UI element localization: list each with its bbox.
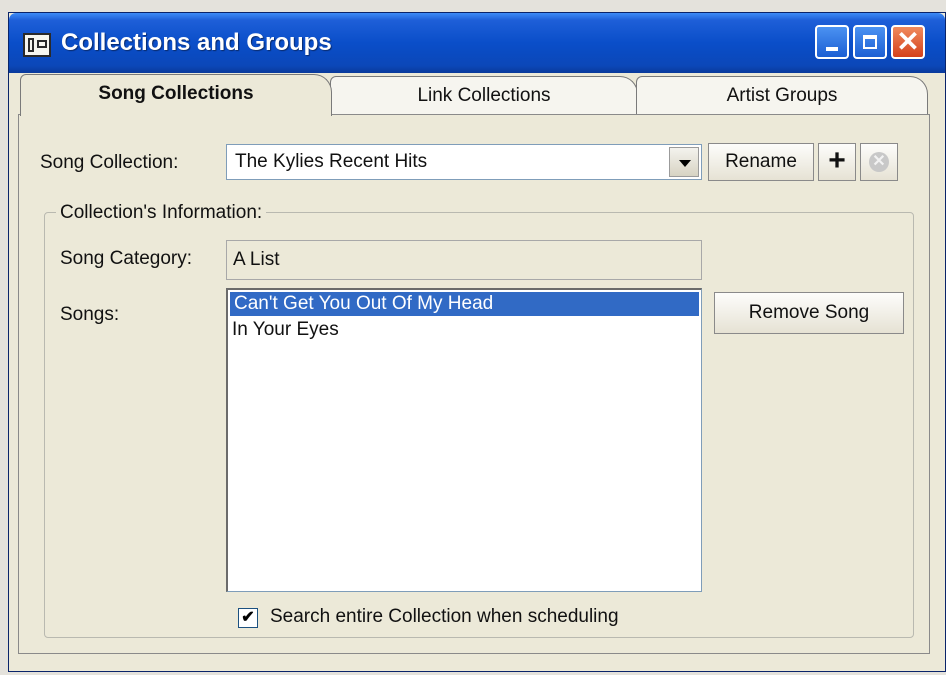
dropdown-arrow-icon[interactable]: [669, 147, 699, 177]
add-collection-button[interactable]: +: [818, 143, 856, 181]
songs-label: Songs:: [60, 304, 120, 325]
delete-icon: ✕: [869, 152, 889, 172]
tab-song-collections[interactable]: Song Collections: [20, 74, 332, 116]
close-icon: ✕: [896, 26, 920, 57]
remove-song-button[interactable]: Remove Song: [714, 292, 904, 334]
app-icon: [23, 33, 51, 57]
add-icon: +: [828, 144, 846, 177]
song-category-field: A List: [226, 240, 702, 280]
rename-button[interactable]: Rename: [708, 143, 814, 181]
collection-info-legend: Collection's Information:: [56, 202, 267, 224]
song-collection-value: The Kylies Recent Hits: [235, 151, 428, 172]
list-item[interactable]: Can't Get You Out Of My Head: [230, 292, 699, 316]
song-collection-dropdown[interactable]: The Kylies Recent Hits: [226, 144, 702, 180]
song-collection-label: Song Collection:: [40, 152, 179, 173]
maximize-icon: [863, 35, 877, 49]
window-title: Collections and Groups: [61, 29, 332, 56]
title-bar[interactable]: Collections and Groups ✕: [9, 13, 945, 73]
maximize-button[interactable]: [853, 25, 887, 59]
minimize-icon: [826, 47, 838, 51]
list-item[interactable]: In Your Eyes: [228, 318, 701, 342]
search-collection-label[interactable]: Search entire Collection when scheduling: [270, 606, 619, 628]
minimize-button[interactable]: [815, 25, 849, 59]
tab-artist-groups[interactable]: Artist Groups: [636, 76, 928, 114]
search-collection-checkbox[interactable]: ✔: [238, 608, 258, 628]
songs-listbox[interactable]: Can't Get You Out Of My Head In Your Eye…: [226, 288, 702, 592]
tab-link-collections[interactable]: Link Collections: [330, 76, 638, 114]
close-button[interactable]: ✕: [891, 25, 925, 59]
checkbox-check-icon: ✔: [241, 609, 255, 626]
delete-collection-button[interactable]: ✕: [860, 143, 898, 181]
song-category-label: Song Category:: [60, 248, 193, 269]
